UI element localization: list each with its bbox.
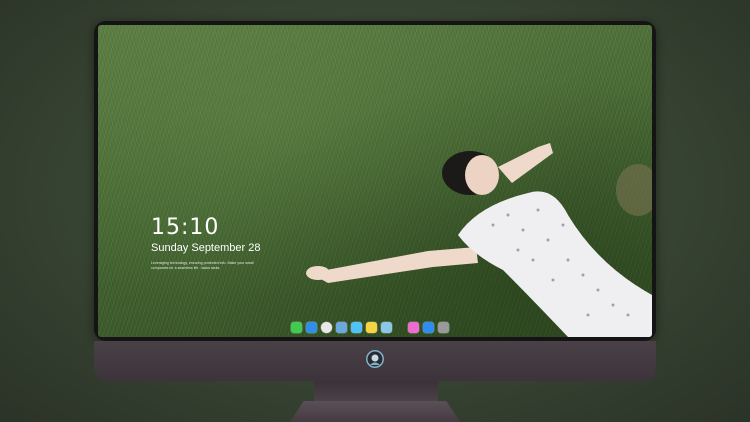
lockscreen-date: Sunday September 28 xyxy=(151,242,261,254)
monitor-chin xyxy=(94,341,656,381)
dock xyxy=(291,320,449,334)
notes-icon[interactable] xyxy=(366,321,377,333)
news-icon[interactable] xyxy=(336,321,347,333)
brand-logo-icon xyxy=(366,350,384,368)
monitor: 15:10 Sunday September 28 Leveraging tec… xyxy=(94,21,656,381)
camera-icon[interactable] xyxy=(438,321,449,333)
messages-icon[interactable] xyxy=(291,321,302,333)
video-icon[interactable] xyxy=(351,321,362,333)
wallpaper-woman-on-grass xyxy=(306,143,652,337)
clock-icon[interactable] xyxy=(321,321,332,333)
music-icon[interactable] xyxy=(408,321,419,333)
lockscreen-caption: Leveraging technology, ensuring protecte… xyxy=(151,261,254,270)
monitor-bezel: 15:10 Sunday September 28 Leveraging tec… xyxy=(94,21,656,341)
photos-icon[interactable] xyxy=(381,321,392,333)
desktop-screen: 15:10 Sunday September 28 Leveraging tec… xyxy=(98,25,652,337)
lockscreen-time: 15:10 xyxy=(151,215,220,240)
finder-icon[interactable] xyxy=(306,321,317,333)
monitor-stand-base xyxy=(290,401,460,422)
monitor-stand-neck xyxy=(314,381,438,403)
app-store-icon[interactable] xyxy=(423,321,434,333)
